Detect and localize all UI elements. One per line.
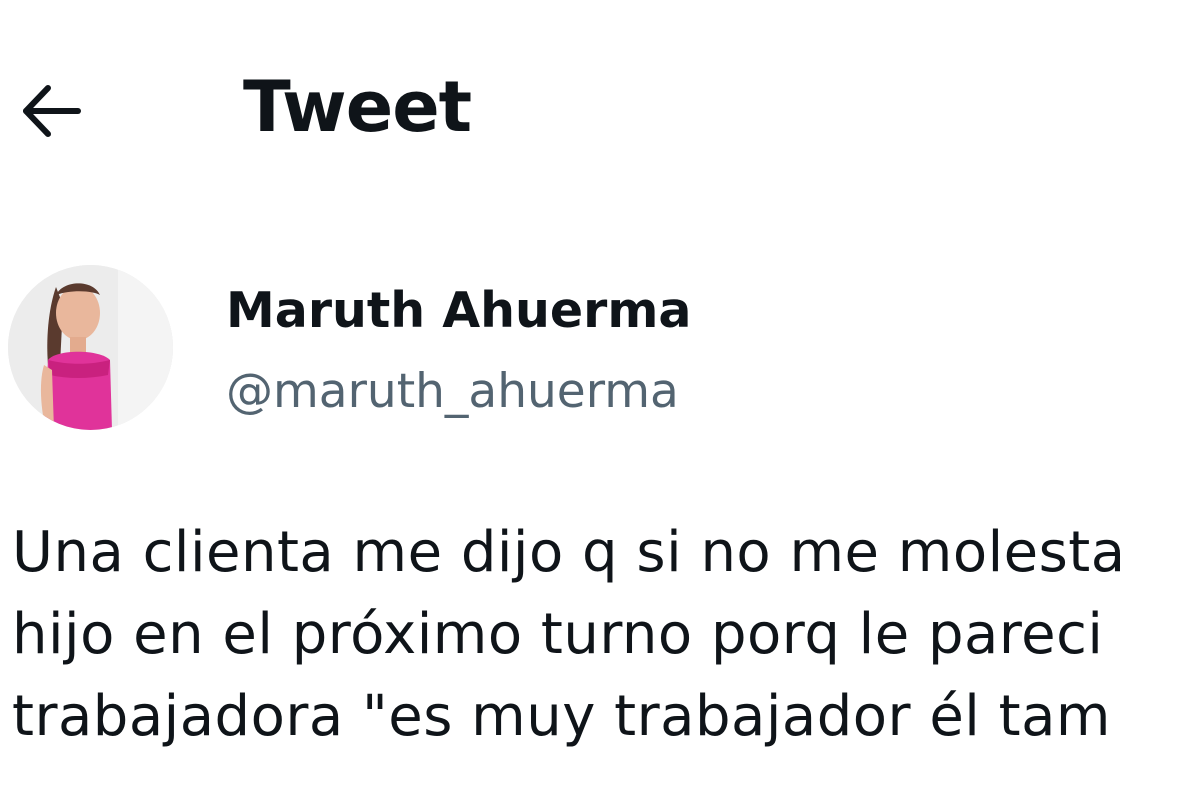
arrow-left-icon [23,85,81,137]
tweet-author: Maruth Ahuerma @maruth_ahuerma [0,262,1200,437]
profile-photo [8,265,173,430]
page-title: Tweet [243,66,472,148]
author-handle[interactable]: @maruth_ahuerma [226,362,679,422]
author-display-name[interactable]: Maruth Ahuerma [226,280,691,342]
avatar[interactable] [8,265,173,430]
tweet-header: Tweet [0,40,1200,180]
tweet-text: Una clienta me dijo q si no me molesta h… [12,512,1200,758]
tweet-text-line: Una clienta me dijo q si no me molesta [12,520,1126,585]
tweet-text-line: trabajadora "es muy trabajador él tam [12,684,1111,749]
tweet-text-line: hijo en el próximo turno porq le pareci [12,602,1104,667]
back-button[interactable] [18,76,88,146]
